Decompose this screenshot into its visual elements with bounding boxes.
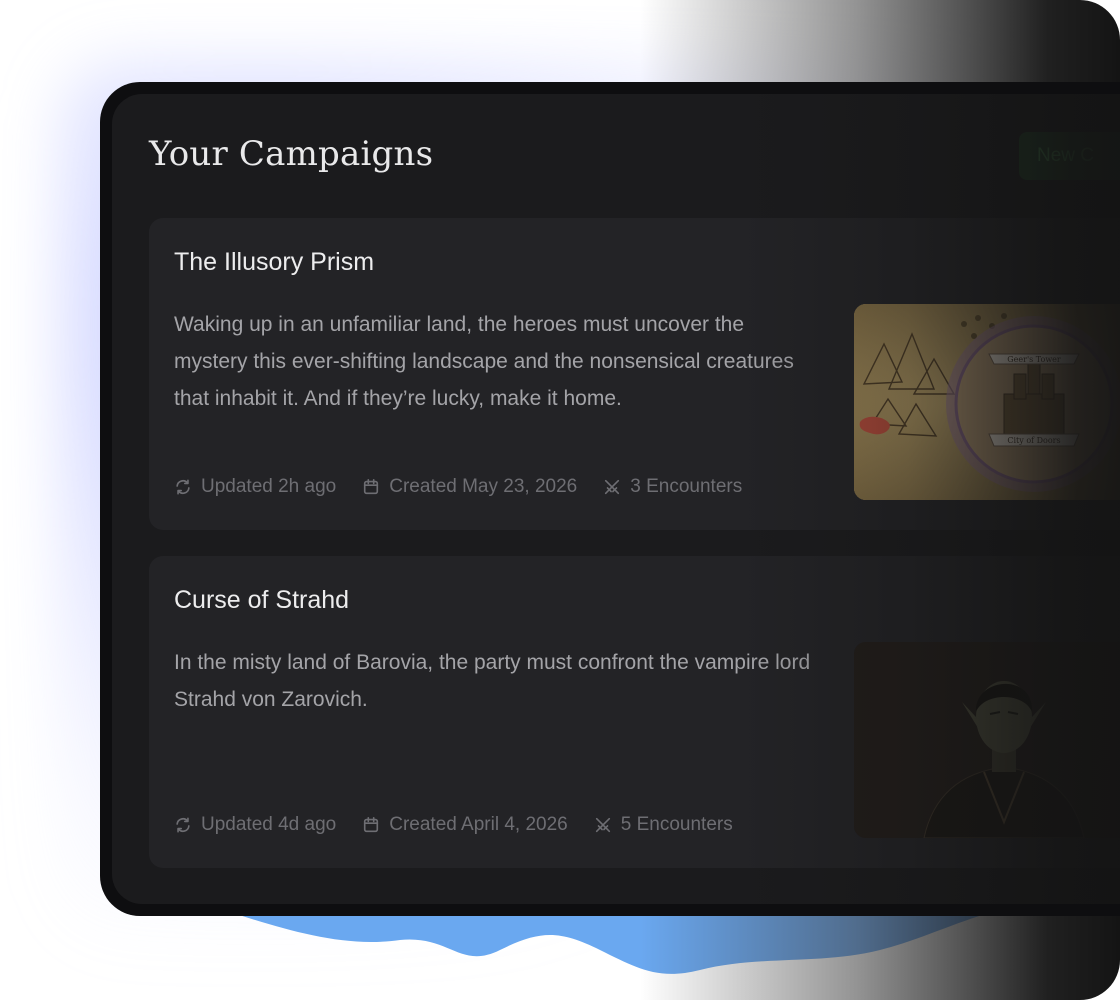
campaign-title[interactable]: Curse of Strahd (174, 586, 349, 615)
fantasy-map-image: Geer's Tower City of Doors (854, 304, 1120, 500)
campaign-description: In the misty land of Barovia, the party … (174, 651, 811, 711)
calendar-icon (364, 478, 379, 495)
created-meta: Created May 23, 2026 (362, 476, 577, 498)
updated-text: Updated 2h ago (201, 476, 337, 497)
campaign-meta: Updated 2h ago Created May 23, 2026 3 En… (174, 476, 768, 498)
encounters-text: 3 Encounters (630, 476, 743, 497)
created-text: Created April 4, 2026 (389, 814, 568, 835)
campaign-description: Waking up in an unfamiliar land, the her… (174, 313, 794, 410)
updated-meta: Updated 4d ago (174, 814, 336, 836)
crossed-swords-icon (605, 479, 620, 495)
crossed-swords-icon (595, 817, 610, 833)
new-campaign-button[interactable]: New C (1019, 132, 1120, 180)
updated-text: Updated 4d ago (201, 814, 337, 835)
campaign-thumbnail[interactable]: Geer's Tower City of Doors (854, 304, 1120, 500)
vampire-portrait-image (854, 642, 1120, 838)
updated-meta: Updated 2h ago (174, 476, 336, 498)
calendar-icon (364, 816, 379, 833)
encounters-meta: 5 Encounters (594, 814, 733, 836)
campaign-title[interactable]: The Illusory Prism (174, 248, 374, 277)
campaign-card[interactable]: Curse of Strahd In the misty land of Bar… (149, 556, 1120, 868)
campaign-card[interactable]: The Illusory Prism Waking up in an unfam… (149, 218, 1120, 530)
refresh-icon (176, 479, 190, 495)
device-frame: Your Campaigns New C The Illusory Prism … (100, 82, 1120, 916)
app-screen: Your Campaigns New C The Illusory Prism … (112, 94, 1120, 904)
refresh-icon (176, 817, 190, 833)
campaign-meta: Updated 4d ago Created April 4, 2026 5 E… (174, 814, 759, 836)
map-label-city: City of Doors (1007, 436, 1060, 445)
encounters-text: 5 Encounters (620, 814, 733, 835)
page-title: Your Campaigns (149, 134, 434, 174)
map-label-tower: Geer's Tower (1007, 355, 1061, 364)
campaign-thumbnail[interactable] (854, 642, 1120, 838)
created-text: Created May 23, 2026 (389, 476, 578, 497)
created-meta: Created April 4, 2026 (362, 814, 568, 836)
encounters-meta: 3 Encounters (603, 476, 742, 498)
